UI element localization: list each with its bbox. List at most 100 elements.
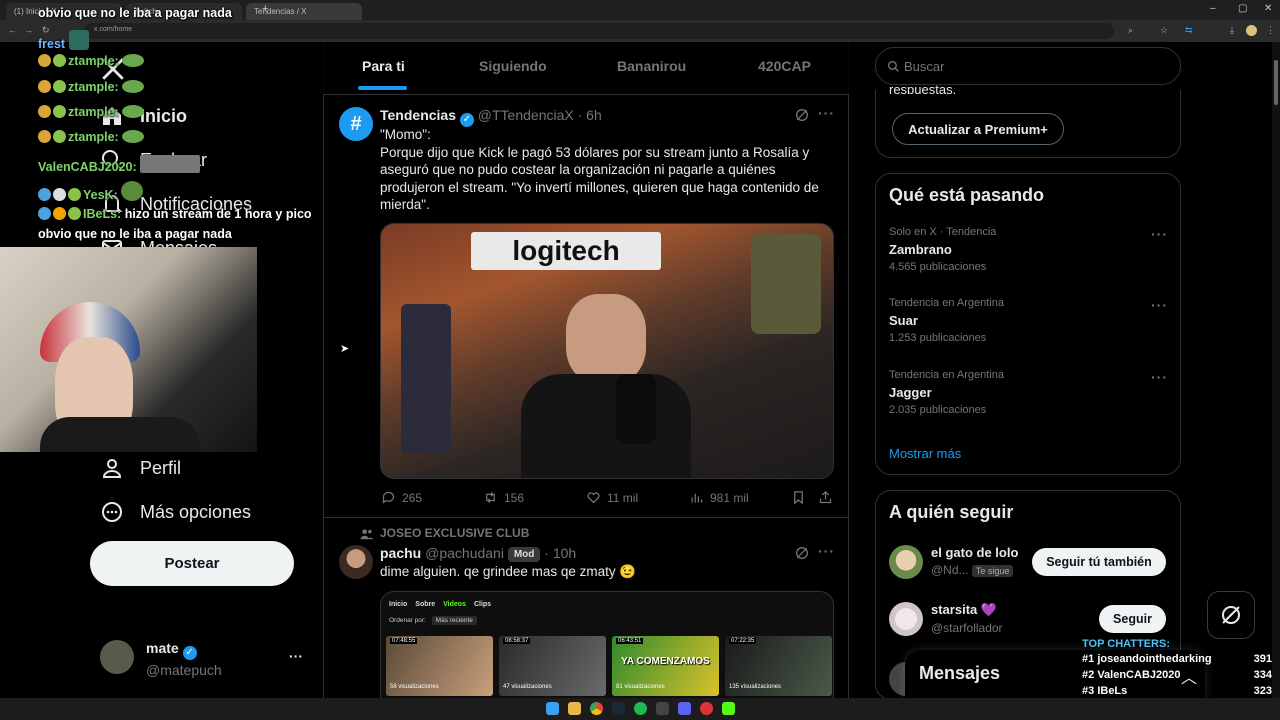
account-avatar[interactable] <box>100 640 134 674</box>
nav-item-perfil[interactable]: Perfil <box>100 456 181 480</box>
repost-action[interactable]: 156 <box>483 490 524 505</box>
profile-avatar[interactable] <box>1246 25 1257 36</box>
bookmark-action[interactable] <box>791 490 806 505</box>
follow-avatar[interactable] <box>889 545 923 579</box>
scrollbar-track[interactable] <box>1272 42 1280 698</box>
badge-icon <box>38 207 51 220</box>
trend-item[interactable]: Tendencia en Argentina Suar 1.253 public… <box>889 297 1004 344</box>
video-duration: 06:43:51 <box>616 638 644 644</box>
trend-more-icon[interactable]: ··· <box>1151 369 1168 385</box>
back-icon[interactable]: ← <box>8 25 17 35</box>
kick-icon[interactable] <box>722 702 735 715</box>
app-icon[interactable] <box>700 702 713 715</box>
chat-username: ztample: <box>68 105 119 119</box>
premium-upgrade-button[interactable]: Actualizar a Premium+ <box>892 113 1064 145</box>
trend-more-icon[interactable]: ··· <box>1151 226 1168 242</box>
post-button[interactable]: Postear <box>90 541 294 586</box>
badge-icon <box>53 105 66 118</box>
tweet-text: "Momo": Porque dijo que Kick le pagó 53 … <box>380 127 819 212</box>
follow-avatar[interactable] <box>889 602 923 636</box>
badge-icon <box>53 54 66 67</box>
video-thumbnail: 07:22:35 135 visualizaciones <box>725 636 832 696</box>
tab-para-ti[interactable]: Para ti <box>362 58 405 74</box>
grok-icon <box>1222 606 1240 624</box>
views-count: 981 mil <box>710 490 749 505</box>
tweet-avatar[interactable] <box>339 545 373 579</box>
embed-nav-item: Videos <box>443 601 466 608</box>
share-action[interactable] <box>818 490 833 505</box>
pepe-emote-icon <box>122 105 145 118</box>
close-window-button[interactable]: ✕ <box>1264 3 1272 14</box>
tweet-time[interactable]: · 10h <box>544 545 576 561</box>
tab-bananirou[interactable]: Bananirou <box>617 58 686 74</box>
maximize-button[interactable]: ▢ <box>1238 3 1247 14</box>
account-switcher[interactable]: mate ✓ @matepuch <box>146 640 222 678</box>
chat-text: hizo un stream de 1 hora y pico <box>124 207 312 221</box>
video-caption: YA COMENZAMOS <box>621 656 710 667</box>
account-more-icon[interactable]: ··· <box>289 648 303 664</box>
extension-icon[interactable]: ⇆ <box>1185 25 1193 36</box>
show-more-link[interactable]: Mostrar más <box>889 446 961 461</box>
follow-button[interactable]: Seguir <box>1099 605 1166 633</box>
discord-icon[interactable] <box>678 702 691 715</box>
chat-username: IBeLs: <box>83 207 122 221</box>
like-count: 11 mil <box>607 490 639 505</box>
top-chatter-row: #1 joseandointhedarking 391 <box>1082 653 1272 669</box>
download-icon[interactable]: ⤓ <box>1230 25 1234 36</box>
nav-item-mas-opciones[interactable]: Más opciones <box>100 500 251 524</box>
embed-nav-item: Sobre <box>415 601 436 608</box>
grok-explain-icon[interactable] <box>794 107 810 126</box>
premium-description: respuestas. <box>889 82 957 94</box>
video-duration: 07:22:35 <box>729 638 757 644</box>
trend-item[interactable]: Solo en X · Tendencia Zambrano 4.565 pub… <box>889 226 996 273</box>
tweet-avatar[interactable]: # <box>339 107 373 141</box>
chatter-name: ValenCABJ2020 <box>1097 669 1181 681</box>
follow-handle: @starfollador <box>931 621 1003 635</box>
obs-icon[interactable] <box>656 702 669 715</box>
spotify-icon[interactable] <box>634 702 647 715</box>
tweet-more-icon[interactable]: ··· <box>818 543 835 559</box>
tweet-image[interactable]: Inicio Sobre Videos Clips Ordenar por: M… <box>380 591 834 701</box>
community-context[interactable]: JOSEO EXCLUSIVE CLUB <box>380 526 529 540</box>
minimize-button[interactable]: – <box>1210 3 1216 14</box>
tweet-author-name[interactable]: Tendencias <box>380 107 456 123</box>
tweet-time[interactable]: · 6h <box>578 107 602 123</box>
forward-icon[interactable]: → <box>24 25 33 35</box>
tab-420cap[interactable]: 420CAP <box>758 58 811 74</box>
menu-icon[interactable]: ⋮ <box>1266 25 1275 36</box>
chat-line: IBeLs: hizo un stream de 1 hora y pico <box>38 207 312 221</box>
grok-button[interactable] <box>1207 591 1255 639</box>
url-field[interactable]: x.com/home <box>84 23 1114 39</box>
new-tab-button[interactable]: + <box>262 3 268 15</box>
windows-start-icon[interactable] <box>546 702 559 715</box>
search-input[interactable]: Buscar <box>875 47 1181 85</box>
webcam-overlay <box>0 247 257 452</box>
tweet-image[interactable]: logitech <box>380 223 834 479</box>
tweet-more-icon[interactable]: ··· <box>818 105 835 121</box>
tab-siguiendo[interactable]: Siguiendo <box>479 58 547 74</box>
shoulders <box>40 417 200 452</box>
follow-suggestion[interactable]: starsita 💜 @starfollador <box>931 602 1003 635</box>
tweet-author-name[interactable]: pachu <box>380 545 421 561</box>
views-action[interactable]: 981 mil <box>689 490 749 505</box>
follow-back-button[interactable]: Seguir tú también <box>1032 548 1166 576</box>
pepe-emote-icon <box>122 80 145 93</box>
reply-action[interactable]: 265 <box>381 490 422 505</box>
trend-context: Tendencia en Argentina <box>889 297 1004 309</box>
tweet-author-handle[interactable]: @pachudani <box>425 545 504 561</box>
chatter-rank: #1 <box>1082 653 1095 665</box>
trend-name: Jagger <box>889 385 932 400</box>
grok-explain-icon[interactable] <box>794 545 810 564</box>
top-chatters-header: TOP CHATTERS: <box>1082 638 1171 650</box>
tweet-author-handle[interactable]: @TTendenciaX <box>478 107 574 123</box>
bookmark-star-icon[interactable]: ☆ <box>1160 25 1168 36</box>
trend-more-icon[interactable]: ··· <box>1151 297 1168 313</box>
trend-item[interactable]: Tendencia en Argentina Jagger 2.035 publ… <box>889 369 1004 416</box>
zoom-icon[interactable]: ⌕ <box>1128 25 1133 36</box>
steam-icon[interactable] <box>612 702 625 715</box>
like-action[interactable]: 11 mil <box>586 490 638 505</box>
chrome-icon[interactable] <box>590 702 603 715</box>
follow-suggestion[interactable]: el gato de lolo @Nd... Te sigue <box>931 545 1018 577</box>
file-explorer-icon[interactable] <box>568 702 581 715</box>
scrollbar-thumb[interactable] <box>1274 60 1278 105</box>
